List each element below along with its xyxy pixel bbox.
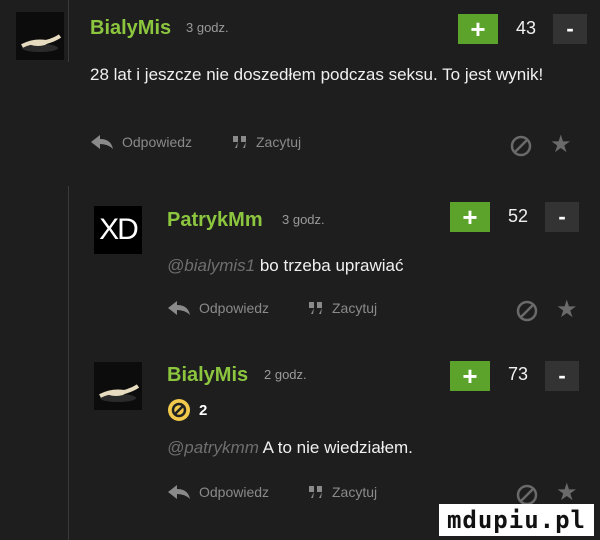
quote-button[interactable]: Zacytuj xyxy=(232,134,301,150)
username[interactable]: BialyMis xyxy=(90,17,171,40)
downvote-button[interactable]: - xyxy=(545,361,579,391)
upvote-button[interactable]: + xyxy=(450,202,490,232)
avatar[interactable]: XD xyxy=(94,206,142,254)
quote-label: Zacytuj xyxy=(332,300,378,316)
block-icon[interactable] xyxy=(516,484,538,506)
reply-label: Odpowiedz xyxy=(199,484,270,500)
watermark-logo: mdupiu.pl xyxy=(438,504,594,536)
gecko-avatar-icon xyxy=(16,12,64,60)
mention-link[interactable]: @bialymis1 xyxy=(167,256,255,275)
block-icon[interactable] xyxy=(510,135,532,157)
reply-button[interactable]: Odpowiedz xyxy=(167,484,269,500)
avatar[interactable] xyxy=(16,12,64,60)
favorite-star-icon[interactable]: ★ xyxy=(556,478,578,507)
username[interactable]: PatrykMm xyxy=(167,209,263,232)
no-reaction-badge-icon xyxy=(168,399,190,421)
block-icon[interactable] xyxy=(516,300,538,322)
comment-body: bo trzeba uprawiać xyxy=(255,256,404,275)
badge-count: 2 xyxy=(199,401,208,419)
thread-line xyxy=(68,0,69,62)
quote-icon xyxy=(309,486,322,498)
timestamp: 3 godz. xyxy=(186,20,229,35)
quote-icon xyxy=(233,136,246,148)
downvote-button[interactable]: - xyxy=(553,14,587,44)
reaction-badge[interactable]: 2 xyxy=(167,398,207,422)
quote-button[interactable]: Zacytuj xyxy=(308,484,377,500)
comment-text: @bialymis1 bo trzeba uprawiać xyxy=(167,254,567,278)
downvote-button[interactable]: - xyxy=(545,202,579,232)
upvote-button[interactable]: + xyxy=(450,361,490,391)
reply-button[interactable]: Odpowiedz xyxy=(167,300,269,316)
quote-label: Zacytuj xyxy=(332,484,378,500)
quote-icon xyxy=(309,302,322,314)
avatar[interactable] xyxy=(94,362,142,410)
reply-label: Odpowiedz xyxy=(199,300,270,316)
favorite-star-icon[interactable]: ★ xyxy=(550,130,572,159)
reply-label: Odpowiedz xyxy=(122,134,193,150)
quote-label: Zacytuj xyxy=(256,134,302,150)
timestamp: 2 godz. xyxy=(264,367,307,382)
quote-button[interactable]: Zacytuj xyxy=(308,300,377,316)
vote-score: 52 xyxy=(508,206,529,226)
comment-body: A to nie wiedziałem. xyxy=(258,438,413,457)
gecko-avatar-icon xyxy=(94,362,142,410)
thread-line xyxy=(68,186,69,540)
comment-text: @patrykmm A to nie wiedziałem. xyxy=(167,436,567,460)
reply-arrow-icon xyxy=(91,135,113,149)
username[interactable]: BialyMis xyxy=(167,364,248,387)
upvote-button[interactable]: + xyxy=(458,14,498,44)
mention-link[interactable]: @patrykmm xyxy=(167,438,259,457)
favorite-star-icon[interactable]: ★ xyxy=(556,295,578,324)
reply-arrow-icon xyxy=(168,485,190,499)
vote-score: 43 xyxy=(516,18,537,38)
reply-button[interactable]: Odpowiedz xyxy=(90,134,192,150)
vote-score: 73 xyxy=(508,364,529,384)
timestamp: 3 godz. xyxy=(282,212,325,227)
avatar-text: XD xyxy=(99,213,139,246)
reply-arrow-icon xyxy=(168,301,190,315)
comment-text: 28 lat i jeszcze nie doszedłem podczas s… xyxy=(90,65,544,84)
